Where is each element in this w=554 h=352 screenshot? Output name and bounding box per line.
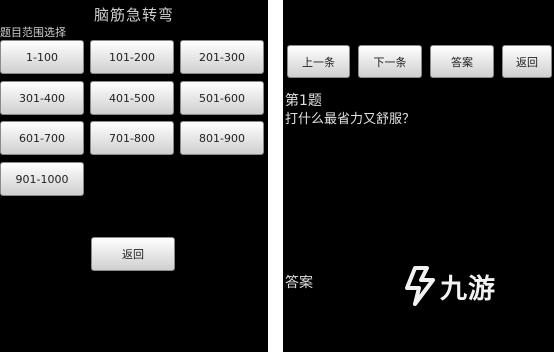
prev-button[interactable]: 上一条 [287, 45, 350, 78]
screen-divider [268, 0, 283, 352]
answer-label: 答案 [285, 275, 313, 291]
range-button-801-900[interactable]: 801-900 [180, 121, 264, 155]
answer-button[interactable]: 答案 [430, 45, 494, 78]
question-number: 第1题 [285, 93, 322, 109]
range-button-701-800[interactable]: 701-800 [90, 121, 174, 155]
range-button-901-1000[interactable]: 901-1000 [0, 162, 84, 196]
range-section-label: 题目范围选择 [0, 26, 66, 39]
range-button-601-700[interactable]: 601-700 [0, 121, 84, 155]
range-button-1-100[interactable]: 1-100 [0, 40, 84, 74]
watermark-text: 九游 [440, 273, 496, 305]
next-button[interactable]: 下一条 [358, 45, 422, 78]
range-button-401-500[interactable]: 401-500 [90, 81, 174, 115]
range-button-301-400[interactable]: 301-400 [0, 81, 84, 115]
range-select-screen: 脑筋急转弯 题目范围选择 1-100 101-200 201-300 301-4… [0, 0, 268, 352]
jiuyou-logo-icon [403, 266, 437, 306]
back-button[interactable]: 返回 [502, 45, 552, 78]
range-button-101-200[interactable]: 101-200 [90, 40, 174, 74]
question-text: 打什么最省力又舒服？ [285, 112, 416, 127]
back-button[interactable]: 返回 [91, 237, 175, 271]
app-title: 脑筋急转弯 [93, 6, 174, 24]
jiuyou-watermark: 九游 [403, 266, 496, 306]
range-button-501-600[interactable]: 501-600 [180, 81, 264, 115]
range-button-201-300[interactable]: 201-300 [180, 40, 264, 74]
